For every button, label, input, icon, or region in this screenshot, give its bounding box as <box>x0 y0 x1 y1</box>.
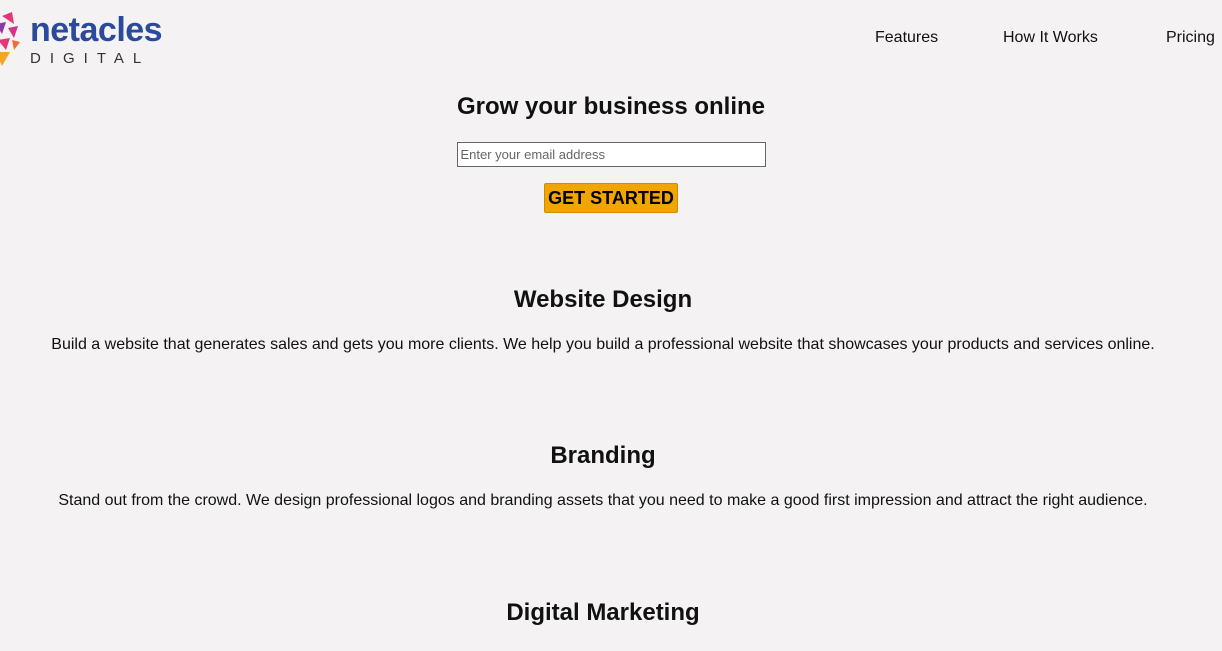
feature-title: Website Design <box>513 286 693 313</box>
get-started-button[interactable]: GET STARTED <box>544 183 678 213</box>
feature-branding: Branding Stand out from the crowd. We de… <box>0 441 1206 511</box>
feature-digital-marketing: Digital Marketing <box>0 598 1206 628</box>
feature-title: Digital Marketing <box>506 599 700 626</box>
site-header: netacles DIGITAL Features How It Works P… <box>0 0 1222 80</box>
email-input[interactable] <box>456 142 766 167</box>
hero-section: Grow your business online GET STARTED <box>0 92 1222 213</box>
nav-link-features[interactable]: Features <box>875 29 938 47</box>
brand-logo[interactable]: netacles DIGITAL <box>0 6 182 72</box>
feature-description: Build a website that generates sales and… <box>51 336 1155 353</box>
brand-name: netacles <box>30 11 163 49</box>
brand-mark-icon <box>0 12 20 66</box>
hero-title: Grow your business online <box>456 93 766 120</box>
main-nav: Features How It Works Pricing <box>622 29 1222 49</box>
feature-title: Branding <box>550 442 656 469</box>
feature-description: Stand out from the crowd. We design prof… <box>58 492 1148 509</box>
feature-website-design: Website Design Build a website that gene… <box>0 285 1206 355</box>
nav-link-how-it-works[interactable]: How It Works <box>1003 29 1098 47</box>
nav-link-pricing[interactable]: Pricing <box>1166 29 1215 47</box>
brand-tagline: DIGITAL <box>30 50 151 67</box>
